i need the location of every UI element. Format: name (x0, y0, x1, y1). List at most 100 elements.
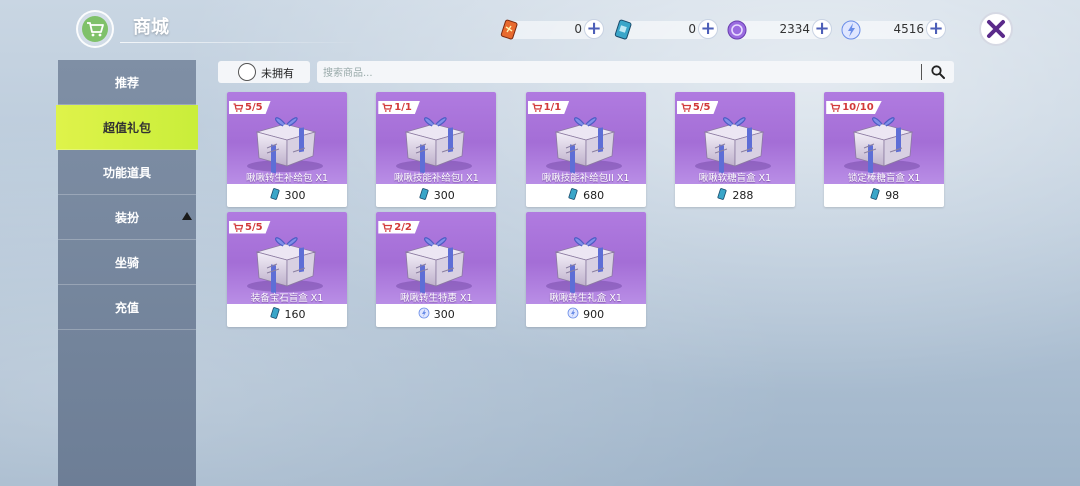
search-bar (317, 61, 954, 83)
sidebar-item-label: 坐骑 (114, 255, 139, 270)
search-button[interactable] (927, 62, 949, 82)
purchase-limit-badge: 5/5 (676, 101, 719, 114)
product-name: 啾啾转生特惠 X1 (400, 292, 473, 304)
cart-icon (233, 103, 243, 112)
blue-card-icon (568, 187, 578, 200)
product-name: 锁定棒糖盲盒 X1 (847, 173, 921, 184)
add-currency-button[interactable]: + (812, 19, 832, 39)
product-price: 680 (526, 186, 646, 204)
shop-cart-icon (76, 10, 114, 48)
purchase-limit-badge: 5/5 (229, 220, 271, 234)
purchase-limit-text: 5/5 (245, 221, 263, 233)
currency-red-card: 0 + (498, 19, 608, 41)
product-price: 300 (227, 186, 347, 204)
product-name: 装备宝石盲盒 X1 (250, 292, 324, 304)
product-card[interactable]: 10/10 锁定棒糖盲盒 X1 98 (824, 92, 945, 207)
price-amount: 98 (885, 188, 900, 202)
purchase-limit-badge: 10/10 (826, 101, 882, 114)
product-card[interactable]: 5/5 装备宝石盲盒 X1 160 (227, 211, 347, 327)
cart-icon (382, 103, 393, 112)
crystal-icon (567, 307, 579, 319)
crystal-icon (840, 19, 862, 41)
add-currency-button[interactable]: + (584, 19, 604, 39)
purple-orb-icon (726, 19, 748, 41)
cart-icon (382, 222, 393, 232)
cart-icon (233, 222, 243, 232)
price-amount: 288 (732, 188, 754, 202)
price-amount: 300 (433, 308, 455, 321)
product-price: 900 (526, 306, 646, 324)
purchase-limit-badge: 1/1 (527, 101, 570, 114)
product-name: 啾啾软糖盲盒 X1 (698, 173, 772, 184)
sidebar-item-label: 推荐 (114, 75, 139, 90)
product-card[interactable]: 1/1 啾啾技能补给包I X1 300 (376, 92, 497, 207)
product-name: 啾啾转生补给包 X1 (245, 173, 329, 184)
search-icon (931, 65, 945, 79)
price-amount: 300 (284, 188, 306, 202)
purchase-limit-text: 5/5 (692, 102, 711, 113)
currency-blue-crystal: 4516 + (840, 19, 950, 41)
currency-amount: 2334 (779, 22, 810, 36)
currency-amount: 0 (574, 22, 582, 36)
blue-card-icon (612, 19, 634, 41)
currency-blue-card: 0 + (612, 19, 722, 41)
not-owned-radio[interactable] (238, 63, 256, 81)
sidebar-item-outfits[interactable]: 装扮 (58, 195, 196, 240)
product-card[interactable]: 2/2 啾啾转生特惠 X1 300 (376, 211, 497, 327)
product-price: 300 (376, 186, 496, 204)
currency-purple-orb: 2334 + (726, 19, 836, 41)
not-owned-filter[interactable]: 未拥有 (218, 61, 310, 83)
sidebar-item-recommend[interactable]: 推荐 (58, 60, 196, 105)
purchase-limit-badge: 1/1 (378, 101, 420, 114)
product-price: 98 (824, 186, 944, 204)
price-amount: 300 (433, 188, 455, 202)
cart-icon (681, 103, 691, 112)
red-card-icon (498, 19, 520, 41)
product-card[interactable]: 1/1 啾啾技能补给包II X1 680 (525, 92, 646, 207)
blue-card-icon (419, 187, 429, 200)
search-input[interactable] (321, 63, 915, 83)
product-price: 160 (227, 306, 347, 324)
purchase-limit-badge: 2/2 (378, 220, 420, 234)
sidebar-item-mounts[interactable]: 坐骑 (58, 240, 196, 285)
sidebar-item-recharge[interactable]: 充值 (58, 285, 196, 330)
search-divider (921, 64, 922, 80)
close-x-icon (987, 20, 1005, 38)
price-amount: 160 (284, 308, 306, 321)
close-button[interactable] (979, 12, 1013, 46)
product-card[interactable]: 啾啾转生礼盒 X1 900 (525, 211, 646, 327)
product-price: 300 (376, 306, 496, 324)
blue-card-icon (870, 187, 880, 200)
purchase-limit-badge: 5/5 (229, 101, 271, 114)
price-amount: 680 (583, 188, 605, 202)
page-title: 商城 (133, 17, 169, 38)
product-name: 啾啾技能补给包II X1 (541, 173, 630, 184)
purchase-limit-text: 1/1 (394, 102, 412, 113)
product-price: 288 (675, 186, 795, 204)
blue-card-icon (269, 307, 280, 319)
sidebar-item-value-packs[interactable]: 超值礼包 (56, 105, 198, 150)
currency-amount: 0 (688, 22, 696, 36)
sidebar-item-label: 功能道具 (102, 165, 151, 180)
product-card[interactable]: 5/5 啾啾软糖盲盒 X1 288 (674, 92, 795, 207)
sidebar-item-function-items[interactable]: 功能道具 (58, 150, 196, 195)
crystal-icon (418, 307, 430, 319)
purchase-limit-text: 1/1 (543, 102, 562, 113)
purchase-limit-text: 10/10 (842, 102, 874, 113)
purchase-limit-text: 5/5 (245, 102, 263, 113)
cart-icon (532, 103, 542, 112)
expand-triangle-icon (182, 212, 192, 220)
add-currency-button[interactable]: + (698, 19, 718, 39)
cart-icon (830, 103, 841, 112)
blue-card-icon (269, 187, 280, 200)
price-amount: 900 (583, 308, 605, 321)
product-card[interactable]: 5/5 啾啾转生补给包 X1 300 (227, 92, 347, 207)
add-currency-button[interactable]: + (926, 19, 946, 39)
product-name: 啾啾转生礼盒 X1 (549, 292, 622, 304)
sidebar-item-label: 充值 (114, 300, 139, 315)
title-divider (120, 42, 365, 43)
category-sidebar: 推荐 超值礼包 功能道具 装扮 坐骑 充值 (56, 60, 198, 486)
sidebar-item-label: 超值礼包 (102, 120, 151, 135)
not-owned-label: 未拥有 (261, 67, 294, 80)
purchase-limit-text: 2/2 (394, 221, 412, 233)
